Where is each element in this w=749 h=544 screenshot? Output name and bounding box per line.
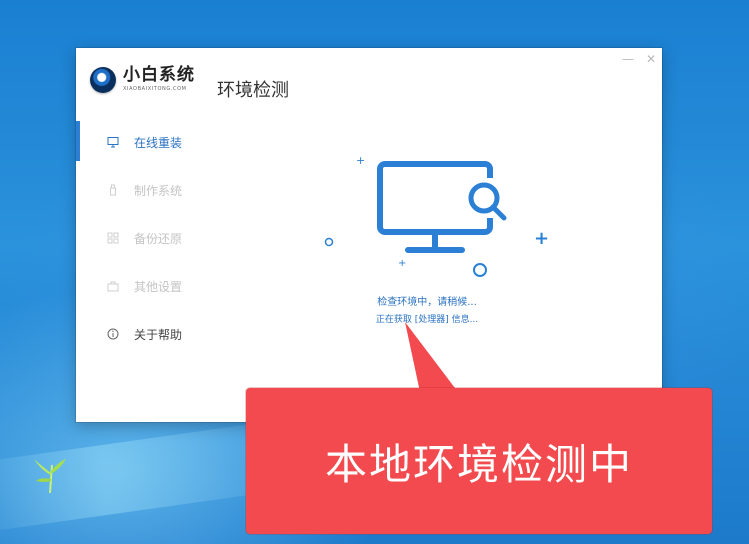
callout-banner: 本地环境检测中 xyxy=(246,388,712,534)
callout-text: 本地环境检测中 xyxy=(324,439,633,489)
